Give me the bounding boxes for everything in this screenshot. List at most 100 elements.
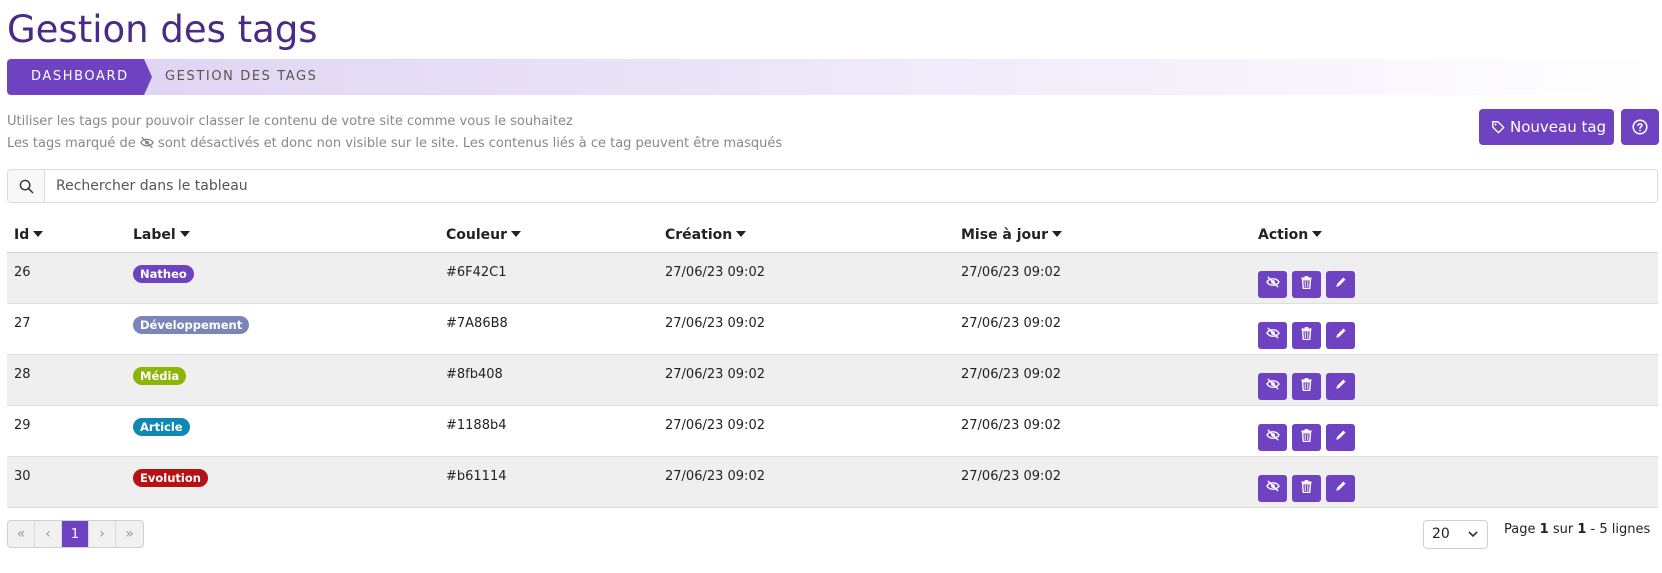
pencil-icon (1335, 276, 1347, 292)
search-icon (8, 170, 45, 202)
delete-tag-button[interactable] (1292, 372, 1321, 400)
page-info: Page 1 sur 1 - 5 lignes (1504, 522, 1651, 537)
sort-down-icon (179, 230, 190, 237)
cell-color: #1188b4 (439, 405, 658, 457)
first-page-button[interactable]: « (8, 521, 35, 547)
edit-tag-button[interactable] (1326, 270, 1355, 298)
cell-id: 29 (7, 405, 126, 457)
rows-per-page-select[interactable]: 20 (1423, 520, 1488, 549)
tag-badge: Média (133, 366, 187, 385)
eye-slash-icon (1265, 276, 1280, 292)
delete-tag-button[interactable] (1292, 474, 1321, 502)
table-row: 27 Développement #7A86B8 27/06/23 09:02 27/0… (7, 303, 1658, 355)
table-row: 28 Média #8fb408 27/06/23 09:02 27/06/23 09:… (7, 354, 1658, 406)
table-row: 26 Natheo #6F42C1 27/06/23 09:02 27/06/23 09… (7, 252, 1658, 304)
rows-per-page-value: 20 (1432, 526, 1450, 542)
eye-slash-icon (1265, 429, 1280, 445)
sort-down-icon (736, 230, 747, 237)
cell-label: Média (126, 354, 439, 406)
trash-icon (1301, 479, 1312, 497)
trash-icon (1301, 326, 1312, 344)
cell-label: Evolution (126, 456, 439, 508)
column-header-id[interactable]: Id (7, 218, 126, 253)
cell-actions (1251, 456, 1658, 508)
cell-id: 27 (7, 303, 126, 355)
trash-icon (1301, 275, 1312, 293)
disable-tag-button[interactable] (1258, 270, 1287, 298)
eye-slash-icon (1265, 480, 1280, 496)
cell-color: #b61114 (439, 456, 658, 508)
cell-actions (1251, 252, 1658, 304)
disable-tag-button[interactable] (1258, 474, 1287, 502)
new-tag-label: Nouveau tag (1510, 118, 1607, 136)
chevron-down-icon (1468, 531, 1478, 538)
column-header-created[interactable]: Création (658, 218, 954, 253)
help-line-1: Utiliser les tags pour pouvoir classer l… (7, 114, 573, 129)
cell-color: #7A86B8 (439, 303, 658, 355)
tag-badge: Développement (133, 315, 250, 334)
sort-down-icon (33, 230, 44, 237)
breadcrumb-dashboard-link[interactable]: DASHBOARD (7, 59, 152, 95)
cell-id: 30 (7, 456, 126, 508)
tag-badge: Evolution (133, 468, 208, 487)
edit-tag-button[interactable] (1326, 423, 1355, 451)
search-input[interactable] (45, 170, 1657, 202)
page-button-current[interactable]: 1 (62, 521, 89, 547)
disable-tag-button[interactable] (1258, 321, 1287, 349)
cell-label: Article (126, 405, 439, 457)
delete-tag-button[interactable] (1292, 321, 1321, 349)
next-page-button[interactable]: › (89, 521, 116, 547)
pagination: « ‹ 1 › » (7, 520, 144, 548)
delete-tag-button[interactable] (1292, 270, 1321, 298)
new-tag-button[interactable]: Nouveau tag (1479, 109, 1614, 145)
cell-created: 27/06/23 09:02 (658, 252, 954, 304)
last-page-button[interactable]: » (116, 521, 143, 547)
cell-created: 27/06/23 09:02 (658, 354, 954, 406)
help-button[interactable] (1621, 109, 1659, 145)
question-circle-icon (1632, 119, 1648, 135)
page-title: Gestion des tags (7, 8, 318, 51)
pencil-icon (1335, 429, 1347, 445)
help-line-2: Les tags marqué de sont désactivés et do… (7, 136, 783, 151)
tag-badge: Article (133, 417, 190, 436)
edit-tag-button[interactable] (1326, 321, 1355, 349)
cell-updated: 27/06/23 09:02 (954, 252, 1251, 304)
edit-tag-button[interactable] (1326, 474, 1355, 502)
table-row: 29 Article #1188b4 27/06/23 09:02 27/06/23 0… (7, 405, 1658, 457)
cell-actions (1251, 354, 1658, 406)
sort-down-icon (1312, 230, 1323, 237)
previous-page-button[interactable]: ‹ (35, 521, 62, 547)
delete-tag-button[interactable] (1292, 423, 1321, 451)
search-box (7, 169, 1658, 203)
table-header-row: Id Label Couleur Création Mise à jour Ac… (7, 218, 1658, 253)
cell-created: 27/06/23 09:02 (658, 405, 954, 457)
sort-down-icon (511, 230, 522, 237)
disable-tag-button[interactable] (1258, 372, 1287, 400)
cell-updated: 27/06/23 09:02 (954, 456, 1251, 508)
breadcrumb-current: GESTION DES TAGS (165, 69, 318, 84)
cell-updated: 27/06/23 09:02 (954, 354, 1251, 406)
breadcrumb: DASHBOARD GESTION DES TAGS (7, 59, 1655, 95)
eye-slash-icon (1265, 378, 1280, 394)
tags-table: Id Label Couleur Création Mise à jour Ac… (7, 218, 1658, 508)
cell-updated: 27/06/23 09:02 (954, 303, 1251, 355)
column-header-color[interactable]: Couleur (439, 218, 658, 253)
tag-badge: Natheo (133, 264, 194, 283)
tag-icon (1492, 121, 1505, 134)
eye-slash-icon (1265, 327, 1280, 343)
eye-slash-icon (140, 136, 154, 149)
edit-tag-button[interactable] (1326, 372, 1355, 400)
column-header-updated[interactable]: Mise à jour (954, 218, 1251, 253)
cell-updated: 27/06/23 09:02 (954, 405, 1251, 457)
cell-created: 27/06/23 09:02 (658, 303, 954, 355)
cell-id: 26 (7, 252, 126, 304)
cell-actions (1251, 405, 1658, 457)
column-header-label[interactable]: Label (126, 218, 439, 253)
disable-tag-button[interactable] (1258, 423, 1287, 451)
cell-created: 27/06/23 09:02 (658, 456, 954, 508)
column-header-action[interactable]: Action (1251, 218, 1658, 253)
pencil-icon (1335, 327, 1347, 343)
cell-actions (1251, 303, 1658, 355)
help-text: Utiliser les tags pour pouvoir classer l… (7, 111, 782, 155)
cell-color: #6F42C1 (439, 252, 658, 304)
